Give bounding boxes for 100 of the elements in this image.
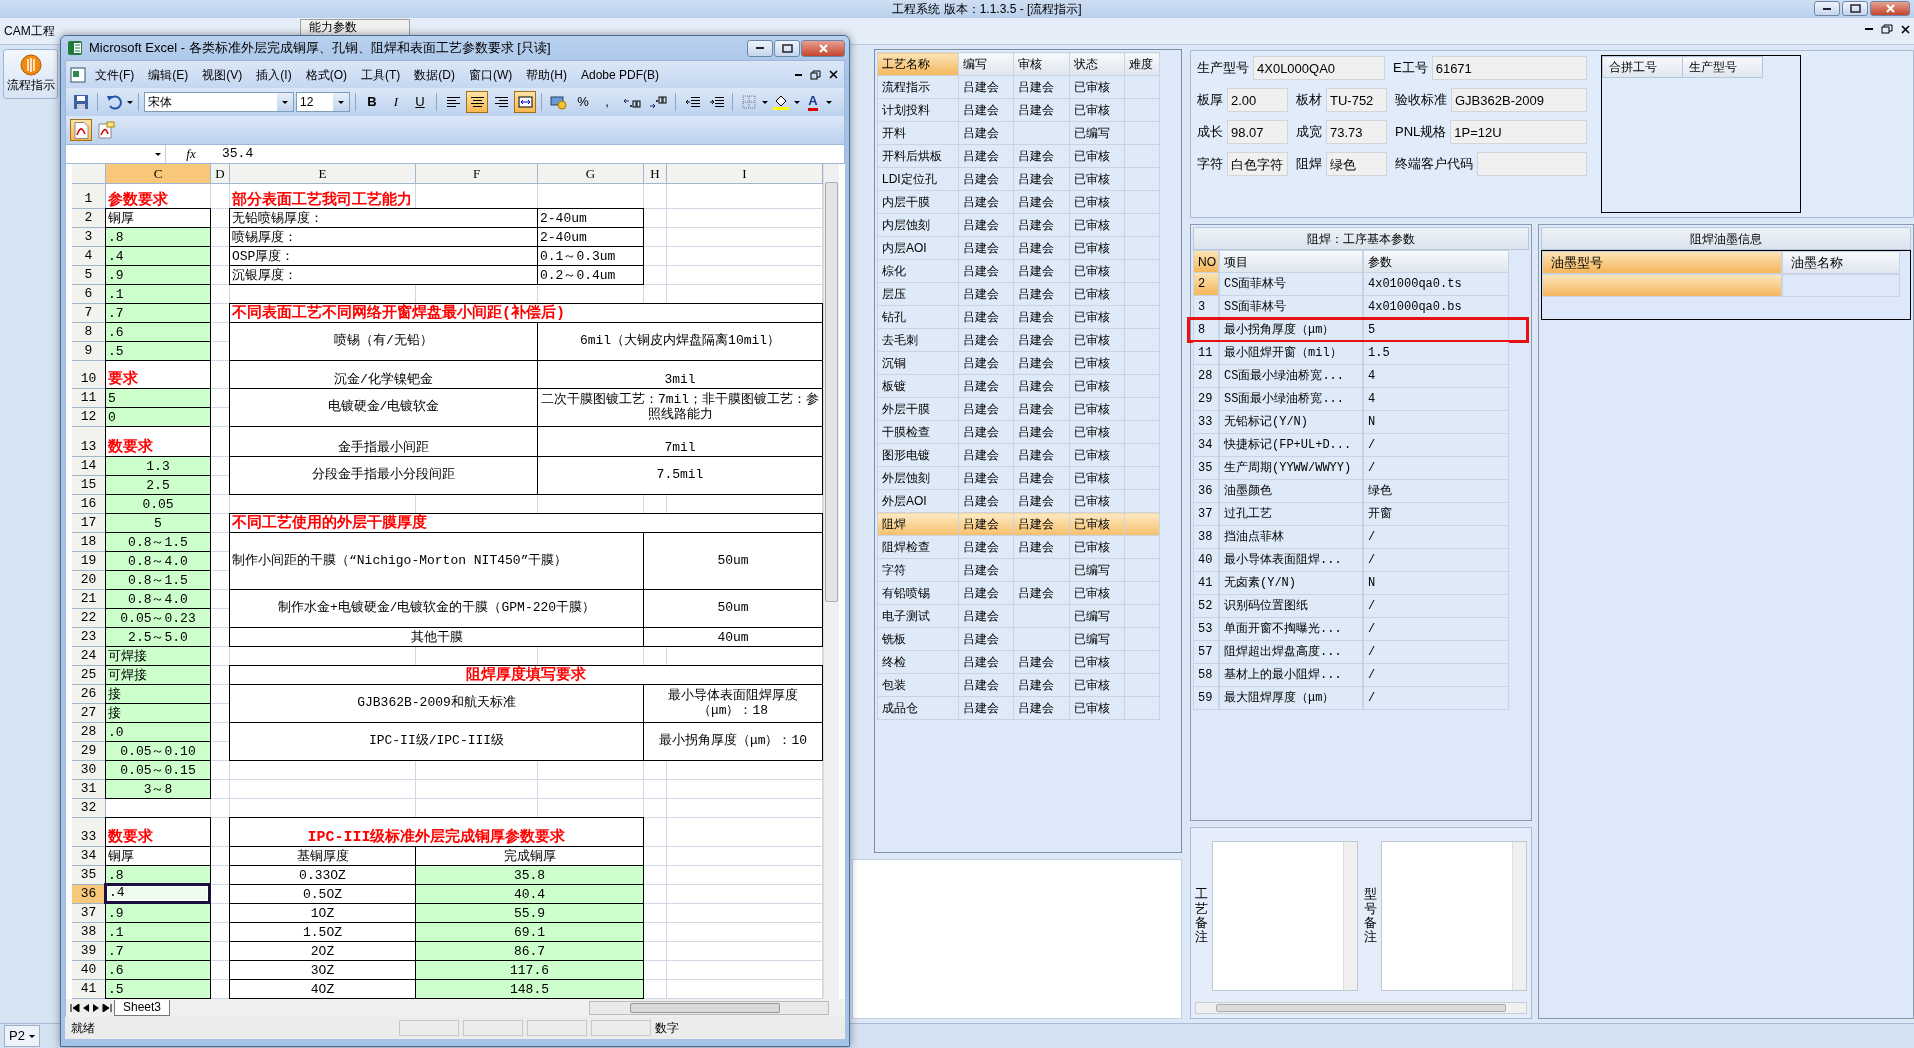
table-row[interactable]: 内层AOI 吕建会 吕建会 已审核 (877, 236, 1160, 260)
row-header[interactable]: 4 (72, 247, 106, 266)
merge-center-button[interactable] (514, 91, 536, 113)
column-header[interactable]: H (644, 164, 667, 184)
table-row[interactable]: 阻焊检查 吕建会 吕建会 已审核 (877, 535, 1160, 559)
menu-item[interactable]: CAM工程 (4, 22, 55, 40)
row-header[interactable]: 14 (72, 457, 106, 476)
table-row[interactable]: 外层干膜 吕建会 吕建会 已审核 (877, 397, 1160, 421)
sidebar-button[interactable]: 流程指示 (3, 49, 58, 99)
row-header[interactable]: 2 (72, 209, 106, 228)
table-row[interactable]: 终检 吕建会 吕建会 已审核 (877, 650, 1160, 674)
column-header[interactable]: D (211, 164, 230, 184)
minimize-button[interactable] (747, 39, 773, 57)
maximize-button[interactable] (774, 39, 800, 57)
row-header[interactable]: 17 (72, 514, 106, 533)
row-header[interactable]: 13 (72, 427, 106, 457)
row-header[interactable]: 21 (72, 590, 106, 609)
scrollbar[interactable] (1195, 1002, 1527, 1014)
input-field[interactable]: 98.07 (1227, 120, 1288, 144)
column-header[interactable]: 工艺名称 (877, 52, 959, 76)
column-header[interactable]: F (416, 164, 538, 184)
minimize-button[interactable] (1814, 1, 1840, 16)
row-header[interactable]: 39 (72, 942, 106, 961)
table-row[interactable]: LDI定位孔 吕建会 吕建会 已审核 (877, 167, 1160, 191)
input-field[interactable] (1477, 152, 1587, 176)
menu-item[interactable]: 格式(O) (298, 63, 354, 86)
first-sheet-icon[interactable] (70, 1004, 80, 1012)
row-header[interactable]: 34 (72, 847, 106, 866)
italic-button[interactable]: I (385, 91, 407, 113)
number-format-button[interactable]: , (596, 91, 618, 113)
row-header[interactable]: 25 (72, 666, 106, 685)
row-header[interactable]: 36 (72, 885, 106, 904)
input-field[interactable]: 2.00 (1227, 88, 1288, 112)
row-header[interactable]: 27 (72, 704, 106, 723)
font-color-button[interactable]: A (802, 91, 824, 113)
table-row[interactable]: 钻孔 吕建会 吕建会 已审核 (877, 305, 1160, 329)
document-icon[interactable] (70, 66, 88, 83)
menu-item[interactable]: 插入(I) (249, 63, 299, 86)
restore-icon[interactable] (1881, 24, 1893, 34)
merge-list[interactable]: 合拼工号 生产型号 (1601, 55, 1801, 213)
scrollbar-thumb[interactable] (1216, 1004, 1506, 1012)
caret-icon[interactable] (826, 100, 832, 104)
menu-item[interactable]: 文件(F) (88, 63, 142, 86)
row-header[interactable]: 19 (72, 552, 106, 571)
row-header[interactable]: 5 (72, 266, 106, 285)
table-row[interactable]: 铣板 吕建会 已编写 (877, 627, 1160, 651)
table-row[interactable]: 有铅喷锡 吕建会 吕建会 已审核 (877, 581, 1160, 605)
column-header[interactable]: C (106, 164, 211, 184)
row-header[interactable]: 18 (72, 533, 106, 552)
row-header[interactable]: 32 (72, 799, 106, 818)
font-size-dropdown[interactable]: 12 (296, 92, 350, 112)
table-row[interactable]: 开料后烘板 吕建会 吕建会 已审核 (877, 144, 1160, 168)
table-row[interactable]: 阻焊 吕建会 吕建会 已审核 (877, 512, 1160, 536)
scrollbar[interactable] (1512, 842, 1526, 990)
scrollbar[interactable] (1343, 842, 1357, 990)
table-row[interactable]: 外层AOI 吕建会 吕建会 已审核 (877, 489, 1160, 513)
menu-item[interactable]: 视图(V) (195, 63, 250, 86)
menu-item[interactable]: 数据(D) (407, 63, 462, 86)
row-header[interactable]: 33 (72, 818, 106, 847)
sheet-tab[interactable]: Sheet3 (114, 1000, 171, 1016)
horizontal-scrollbar[interactable] (589, 1001, 829, 1015)
column-header[interactable]: 难度 (1124, 52, 1160, 76)
table-row[interactable]: 内层蚀刻 吕建会 吕建会 已审核 (877, 213, 1160, 237)
table-row[interactable]: 图形电镀 吕建会 吕建会 已审核 (877, 443, 1160, 467)
next-sheet-icon[interactable] (92, 1004, 100, 1012)
row-header[interactable]: 29 (72, 742, 106, 761)
column-header[interactable]: G (538, 164, 644, 184)
row-header[interactable]: 24 (72, 647, 106, 666)
row-header[interactable]: 9 (72, 342, 106, 361)
column-header[interactable]: 状态 (1069, 52, 1125, 76)
restore-icon[interactable] (810, 69, 821, 80)
table-row[interactable]: 内层干膜 吕建会 吕建会 已审核 (877, 190, 1160, 214)
menu-item[interactable]: 窗口(W) (462, 63, 520, 86)
column-header[interactable]: E (230, 164, 416, 184)
caret-icon[interactable] (127, 100, 133, 104)
table-row[interactable]: 层压 吕建会 吕建会 已审核 (877, 282, 1160, 306)
caret-icon[interactable] (762, 100, 768, 104)
vertical-scrollbar[interactable] (823, 164, 839, 999)
row-header[interactable]: 31 (72, 780, 106, 799)
input-field[interactable]: 73.73 (1326, 120, 1387, 144)
row-header[interactable]: 26 (72, 685, 106, 704)
pdf-button[interactable] (70, 119, 92, 141)
menu-item[interactable]: 帮助(H) (519, 63, 574, 86)
maximize-button[interactable] (1842, 1, 1868, 16)
input-field[interactable]: 1P=12U (1450, 120, 1587, 144)
table-row[interactable]: 外层蚀刻 吕建会 吕建会 已审核 (877, 466, 1160, 490)
row-header[interactable]: 28 (72, 723, 106, 742)
table-row[interactable]: 包装 吕建会 吕建会 已审核 (877, 673, 1160, 697)
row-header[interactable]: 16 (72, 495, 106, 514)
row-header[interactable]: 23 (72, 628, 106, 647)
column-header[interactable]: 合拼工号 (1602, 56, 1683, 78)
sheet-cell[interactable]: .4 (104, 883, 211, 904)
row-header[interactable]: 20 (72, 571, 106, 590)
row-header[interactable]: 35 (72, 866, 106, 885)
table-row[interactable]: 电子测试 吕建会 已编写 (877, 604, 1160, 628)
row-header[interactable]: 12 (72, 408, 106, 427)
table-row[interactable]: 字符 吕建会 已编写 (877, 558, 1160, 582)
row-header[interactable]: 40 (72, 961, 106, 980)
caret-icon[interactable] (794, 100, 800, 104)
number-format-button[interactable]: % (572, 91, 594, 113)
